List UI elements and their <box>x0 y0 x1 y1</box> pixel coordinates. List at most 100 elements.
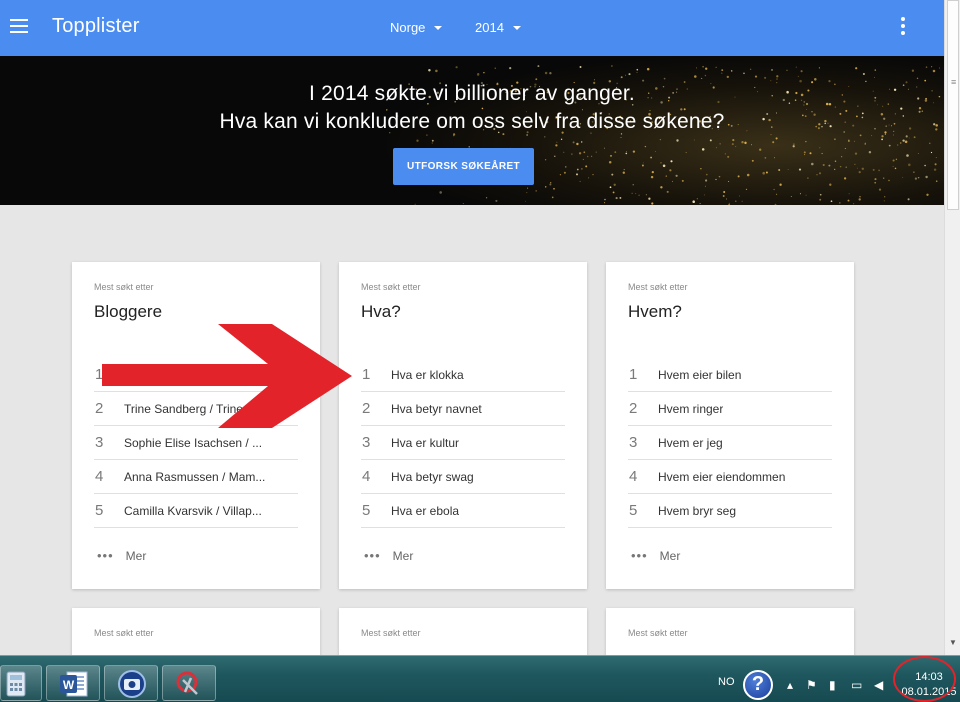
show-hidden-icons-chevron-icon[interactable]: ▴ <box>787 678 793 692</box>
word-icon: W <box>60 671 88 697</box>
snipping-tool-taskbar-button[interactable] <box>162 665 216 701</box>
more-label: Mer <box>659 548 681 563</box>
ranking-list: 1 2 Trine Sandberg / Trines... 3 Sophie El… <box>94 358 298 528</box>
year-dropdown[interactable]: 2014 <box>475 20 521 35</box>
hero-banner: I 2014 søkte vi billioner av ganger. Hva… <box>0 56 944 205</box>
card-eyebrow: Mest søkt etter <box>94 282 154 292</box>
rank-number: 1 <box>629 366 638 383</box>
rank-number: 5 <box>95 502 104 519</box>
card-hvem: Mest søkt etter Hvem? 1 Hvem eier bilen 2… <box>606 262 854 589</box>
list-item[interactable]: 3 Sophie Elise Isachsen / ... <box>94 426 298 460</box>
svg-text:W: W <box>63 678 75 692</box>
country-dropdown[interactable]: Norge <box>390 20 443 35</box>
list-item[interactable]: 4 Hva betyr swag <box>361 460 565 494</box>
rank-number: 1 <box>95 366 104 383</box>
scrollbar-thumb[interactable]: ≡ <box>947 0 959 210</box>
camera-icon <box>118 670 146 698</box>
list-item[interactable]: 5 Camilla Kvarsvik / Villap... <box>94 494 298 528</box>
volume-icon[interactable]: ◀ <box>874 678 883 692</box>
card-eyebrow: Mest søkt etter <box>361 628 421 638</box>
country-value: Norge <box>390 20 426 35</box>
rank-number: 3 <box>629 434 638 451</box>
screen: Topplister Norge 2014 I 2014 søkte vi bi… <box>0 0 960 702</box>
rank-number: 3 <box>95 434 104 451</box>
search-term: Hva betyr swag <box>391 469 474 484</box>
more-link[interactable]: ••• Mer <box>97 548 146 563</box>
more-label: Mer <box>125 548 147 563</box>
card-title: Bloggere <box>94 302 163 321</box>
ranking-list: 1 Hva er klokka 2 Hva betyr navnet 3 Hva er… <box>361 358 565 528</box>
search-term: Hva betyr navnet <box>391 401 482 416</box>
power-plug-icon[interactable]: ▮ <box>829 678 836 692</box>
scrollbar-grip-icon: ≡ <box>951 77 957 87</box>
card-eyebrow: Mest søkt etter <box>628 282 688 292</box>
list-item[interactable]: 1 Hva er klokka <box>361 358 565 392</box>
app-bar: Topplister Norge 2014 <box>0 0 944 56</box>
rank-number: 4 <box>629 468 638 485</box>
list-item[interactable]: 1 <box>94 358 298 392</box>
card-hva: Mest søkt etter Hva? 1 Hva er klokka 2 Hva… <box>339 262 587 589</box>
search-term: Hva er kultur <box>391 435 460 450</box>
search-term: Hva er klokka <box>391 367 464 382</box>
camera-taskbar-button[interactable] <box>104 665 158 701</box>
search-term: Camilla Kvarsvik / Villap... <box>124 503 262 518</box>
search-term: Sophie Elise Isachsen / ... <box>124 435 263 450</box>
word-taskbar-button[interactable]: W <box>46 665 100 701</box>
search-term: Hvem eier bilen <box>658 367 742 382</box>
hero-headline-line2: Hva kan vi konkludere om oss selv fra di… <box>219 110 725 133</box>
more-dots-icon: ••• <box>631 548 648 563</box>
card-title: Hvem? <box>628 302 682 321</box>
caret-down-icon <box>512 25 521 30</box>
calculator-icon <box>6 671 26 697</box>
hamburger-menu-icon[interactable] <box>10 19 28 33</box>
more-label: Mer <box>392 548 414 563</box>
rank-number: 4 <box>362 468 371 485</box>
more-link[interactable]: ••• Mer <box>631 548 680 563</box>
ranking-list: 1 Hvem eier bilen 2 Hvem ringer 3 Hvem er j… <box>628 358 832 528</box>
list-item[interactable]: 3 Hvem er jeg <box>628 426 832 460</box>
year-value: 2014 <box>475 20 504 35</box>
list-item[interactable]: 5 Hva er ebola <box>361 494 565 528</box>
card-title: Hva? <box>361 302 401 321</box>
action-center-flag-icon[interactable]: ⚑ <box>806 678 817 692</box>
rank-number: 2 <box>629 400 638 417</box>
rank-number: 5 <box>362 502 371 519</box>
explore-year-button[interactable]: UTFORSK SØKEÅRET <box>393 148 534 185</box>
more-link[interactable]: ••• Mer <box>364 548 413 563</box>
caret-down-icon <box>434 25 443 30</box>
card-eyebrow: Mest søkt etter <box>628 628 688 638</box>
help-icon[interactable]: ? <box>743 670 773 700</box>
search-term: Trine Sandberg / Trines... <box>124 401 259 416</box>
rank-number: 5 <box>629 502 638 519</box>
vertical-scrollbar[interactable]: ≡ ▼ <box>944 0 960 655</box>
search-term: Hvem bryr seg <box>658 503 737 518</box>
card-bloggere: Mest søkt etter Bloggere 1 2 Trine Sandbe… <box>72 262 320 589</box>
network-icon[interactable]: ▭ <box>851 678 862 692</box>
search-term: Hvem eier eiendommen <box>658 469 786 484</box>
calculator-taskbar-button[interactable] <box>0 665 42 701</box>
search-term: Anna Rasmussen / Mam... <box>124 469 266 484</box>
list-item[interactable]: 3 Hva er kultur <box>361 426 565 460</box>
list-item[interactable]: 1 Hvem eier bilen <box>628 358 832 392</box>
more-dots-icon: ••• <box>364 548 381 563</box>
list-item[interactable]: 2 Hvem ringer <box>628 392 832 426</box>
rank-number: 4 <box>95 468 104 485</box>
snipping-tool-icon <box>176 671 198 695</box>
app-title: Topplister <box>52 15 140 37</box>
red-circle-annotation <box>893 656 956 702</box>
rank-number: 2 <box>95 400 104 417</box>
input-language-indicator[interactable]: NO <box>718 676 735 688</box>
list-item[interactable]: 2 Hva betyr navnet <box>361 392 565 426</box>
more-options-icon[interactable] <box>900 17 906 35</box>
hero-headline-line1: I 2014 søkte vi billioner av ganger. <box>309 82 635 105</box>
list-item[interactable]: 5 Hvem bryr seg <box>628 494 832 528</box>
rank-number: 3 <box>362 434 371 451</box>
list-item[interactable]: 2 Trine Sandberg / Trines... <box>94 392 298 426</box>
scroll-down-arrow-icon[interactable]: ▼ <box>948 638 958 648</box>
list-item[interactable]: 4 Anna Rasmussen / Mam... <box>94 460 298 494</box>
search-term: Hva er ebola <box>391 503 460 518</box>
list-item[interactable]: 4 Hvem eier eiendommen <box>628 460 832 494</box>
rank-number: 1 <box>362 366 371 383</box>
card-eyebrow: Mest søkt etter <box>94 628 154 638</box>
search-term: Hvem ringer <box>658 401 724 416</box>
